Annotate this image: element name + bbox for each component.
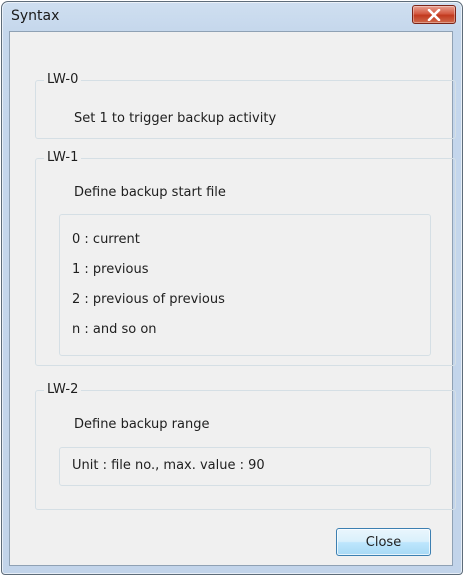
group-description-lw-1: Define backup start file <box>74 185 226 200</box>
title-bar[interactable]: Syntax <box>2 2 462 32</box>
unit-note-text: Unit : file no., max. value : 90 <box>72 458 265 473</box>
group-legend-lw-2: LW-2 <box>44 382 82 398</box>
group-legend-lw-0: LW-0 <box>44 72 82 88</box>
title-close-button[interactable] <box>412 5 456 24</box>
unit-note-box: Unit : file no., max. value : 90 <box>59 447 431 486</box>
dialog-title: Syntax <box>11 8 60 24</box>
group-legend-lw-1: LW-1 <box>44 150 82 166</box>
option-list-box: 0 : current 1 : previous 2 : previous of… <box>59 214 431 356</box>
close-button[interactable]: Close <box>336 528 431 556</box>
group-description-lw-0: Set 1 to trigger backup activity <box>74 111 277 126</box>
option-item: 2 : previous of previous <box>72 292 225 307</box>
group-lw-0: LW-0 Set 1 to trigger backup activity <box>35 72 456 139</box>
close-icon <box>427 8 441 21</box>
group-description-lw-2: Define backup range <box>74 417 210 432</box>
option-item: 1 : previous <box>72 262 149 277</box>
group-lw-1: LW-1 Define backup start file 0 : curren… <box>35 150 456 366</box>
option-item: n : and so on <box>72 322 157 337</box>
group-lw-2: LW-2 Define backup range Unit : file no.… <box>35 382 456 510</box>
option-item: 0 : current <box>72 232 140 247</box>
